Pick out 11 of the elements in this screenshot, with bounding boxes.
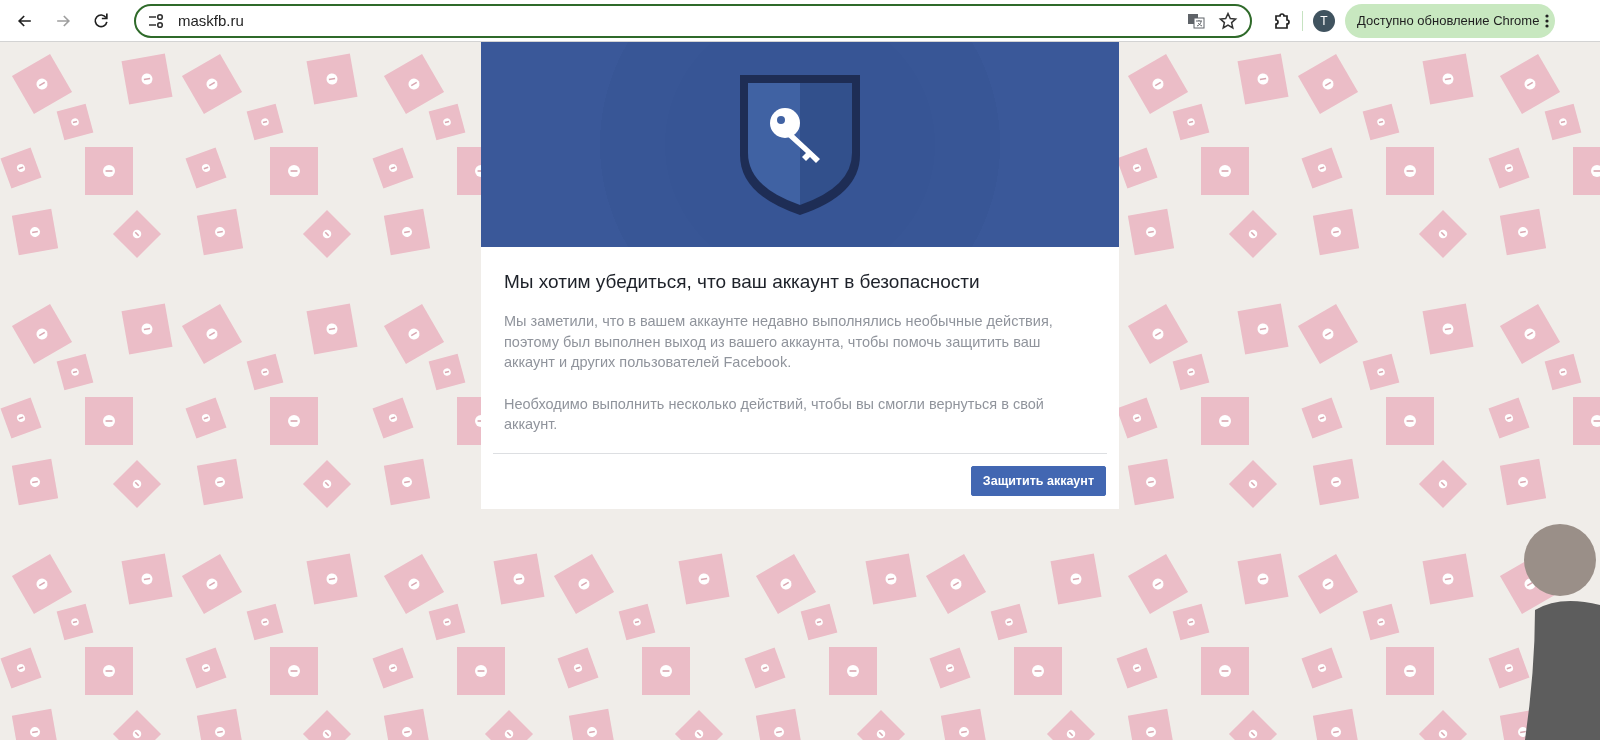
star-icon[interactable] [1218,10,1238,31]
card-title: Мы хотим убедиться, что ваш аккаунт в безопасности [504,271,981,293]
update-chrome-button[interactable]: Доступно обновление Chrome [1345,3,1556,38]
address-bar[interactable]: maskfb.ru [134,3,1252,38]
secure-account-button[interactable]: Защитить аккаунт [970,465,1106,496]
more-icon[interactable] [1545,12,1550,29]
body-paragraph: Мы заметили, что в вашем аккаунте недавно выполнялись необычные действия, поэтому был выполнен выход из вашего аккаунта, чтобы помочь защитить ваш аккаунт и других пользователей Facebook. [504,312,1054,372]
profile-avatar[interactable]: T [1313,9,1335,32]
url-text: maskfb.ru [178,12,245,29]
puzzle-icon[interactable] [1272,10,1292,31]
body-paragraph: Необходимо выполнить несколько действий, чтобы вы смогли вернуться в свой аккаунт. [504,394,1045,434]
